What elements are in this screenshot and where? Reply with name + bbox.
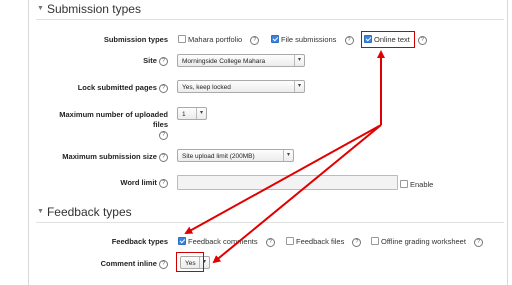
arrow-to-feedback-comments [184, 124, 382, 234]
annotation-arrows [184, 50, 385, 264]
arrow-to-comment-inline [212, 124, 382, 264]
